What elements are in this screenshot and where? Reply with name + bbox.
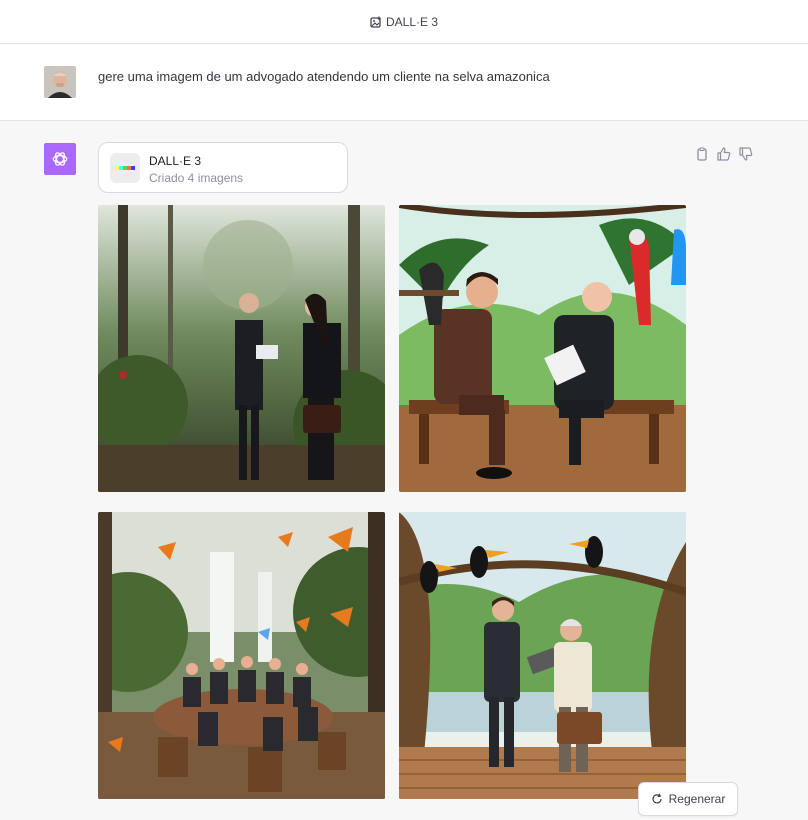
regenerate-button[interactable]: Regenerar [638,782,738,816]
copy-icon[interactable] [694,146,710,162]
generated-image-1[interactable] [98,205,385,492]
user-message: gere uma imagem de um advogado atendendo… [0,44,808,121]
conversation-header: DALL·E 3 [0,0,808,44]
user-message-text: gere uma imagem de um advogado atendendo… [98,69,550,84]
generated-image-2-art [399,205,686,492]
image-plus-icon [370,16,382,28]
tool-card-subtitle: Criado 4 imagens [149,171,244,185]
generated-image-1-art [98,205,385,492]
generated-image-4-art [399,512,686,799]
dalle-tool-card[interactable]: DALL·E 3 Criado 4 imagens [98,142,348,193]
assistant-avatar [44,143,76,175]
thumbs-down-icon[interactable] [738,146,754,162]
generated-image-3-art [98,512,385,799]
openai-logo-icon [52,152,68,166]
generated-image-4[interactable] [399,512,686,799]
generated-image-2[interactable] [399,205,686,492]
dalle-tool-icon [110,153,140,183]
message-actions [694,146,754,162]
user-avatar [44,66,76,98]
refresh-icon [651,793,663,805]
header-title: DALL·E 3 [385,14,439,29]
regenerate-label: Regenerar [668,792,726,806]
tool-card-title: DALL·E 3 [149,154,202,168]
thumbs-up-icon[interactable] [716,146,732,162]
generated-image-3[interactable] [98,512,385,799]
